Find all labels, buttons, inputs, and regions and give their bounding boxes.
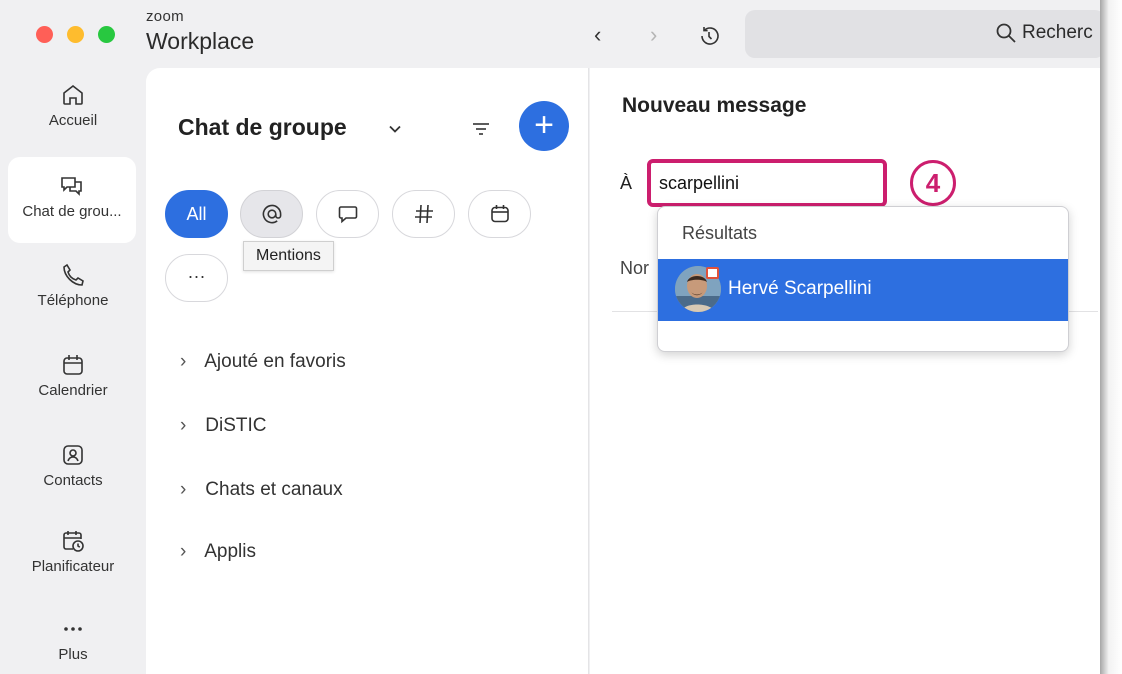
- section-label: DiSTIC: [205, 415, 267, 436]
- sidebar-item-label: Téléphone: [37, 292, 109, 309]
- sidebar-item-calendrier[interactable]: Calendrier: [0, 352, 146, 438]
- contacts-icon: [63, 445, 83, 465]
- brand-logo-small: zoom: [146, 8, 184, 25]
- at-sign-icon: [262, 204, 281, 224]
- search-icon: [996, 23, 1016, 43]
- filter-chats-chip[interactable]: [316, 190, 379, 238]
- close-window-button[interactable]: [36, 26, 53, 43]
- chevron-right-icon: ›: [180, 351, 187, 372]
- speech-bubble-icon: [338, 206, 357, 224]
- window-edge-shadow: [1100, 0, 1122, 674]
- step-number-badge: 4: [910, 160, 956, 206]
- search-label: Recherc: [1022, 22, 1093, 43]
- sidebar-nav: Accueil Chat de grou... Téléphone Calend…: [0, 68, 146, 674]
- recipient-results-dropdown: Résultats Hervé Scarpellini: [657, 206, 1069, 352]
- title-bar: zoom Workplace ‹ › Recherc: [0, 0, 1100, 68]
- result-item[interactable]: Hervé Scarpellini: [658, 259, 1068, 321]
- sidebar-item-label: Accueil: [48, 112, 98, 129]
- recipient-input[interactable]: [647, 159, 887, 207]
- sidebar-item-label: Plus: [58, 646, 88, 663]
- filter-channels-chip[interactable]: [392, 190, 455, 238]
- section-favoris[interactable]: › Ajouté en favoris: [180, 351, 346, 373]
- filter-mentions-chip[interactable]: [240, 190, 303, 238]
- forward-button[interactable]: ›: [650, 22, 657, 48]
- mentions-tooltip: Mentions: [243, 241, 334, 271]
- calendar-icon: [490, 205, 509, 223]
- filter-all-chip[interactable]: All: [165, 190, 228, 238]
- filter-icon[interactable]: [470, 118, 492, 140]
- maximize-window-button[interactable]: [98, 26, 115, 43]
- to-label: À: [620, 173, 633, 193]
- sidebar-item-label: Chat de grou...: [22, 203, 122, 220]
- name-field-label: Nor: [620, 258, 650, 278]
- panel-title[interactable]: Chat de groupe: [178, 114, 347, 141]
- hashtag-icon: [414, 204, 433, 224]
- presence-status-icon: [706, 267, 719, 279]
- filter-meetings-chip[interactable]: [468, 190, 531, 238]
- chevron-right-icon: ›: [180, 479, 187, 500]
- section-label: Ajouté en favoris: [204, 351, 346, 372]
- sidebar-item-accueil[interactable]: Accueil: [0, 82, 146, 168]
- sidebar-item-contacts[interactable]: Contacts: [0, 442, 146, 528]
- sidebar-item-label: Calendrier: [38, 382, 108, 399]
- phone-icon: [63, 263, 84, 286]
- home-icon: [63, 84, 83, 105]
- section-chats-canaux[interactable]: › Chats et canaux: [180, 479, 343, 501]
- chat-list-panel: Chat de groupe + All ··· Mentions › Ajou…: [146, 68, 589, 674]
- new-message-pane: Nouveau message À 4 Nor: [590, 68, 1100, 674]
- filter-more-chip[interactable]: ···: [165, 254, 228, 302]
- scheduler-icon: [63, 531, 84, 552]
- back-button[interactable]: ‹: [594, 22, 601, 48]
- sidebar-item-label: Contacts: [43, 472, 103, 489]
- section-distic[interactable]: › DiSTIC: [180, 415, 267, 437]
- new-message-title: Nouveau message: [622, 94, 807, 117]
- history-icon[interactable]: [697, 24, 721, 48]
- brand-logo-workplace: Workplace: [146, 28, 255, 54]
- more-icon: [64, 627, 82, 631]
- chevron-right-icon: ›: [180, 541, 187, 562]
- result-name: Hervé Scarpellini: [728, 278, 872, 299]
- sidebar-item-planificateur[interactable]: Planificateur: [0, 528, 146, 614]
- minimize-window-button[interactable]: [67, 26, 84, 43]
- zoom-window: zoom Workplace ‹ › Recherc Accueil Chat …: [0, 0, 1100, 674]
- section-label: Chats et canaux: [205, 479, 343, 500]
- calendar-icon: [63, 355, 83, 375]
- sidebar-item-label: Planificateur: [31, 558, 115, 575]
- chevron-down-icon[interactable]: [388, 122, 402, 136]
- sidebar-item-plus[interactable]: Plus: [0, 616, 146, 674]
- sidebar-item-telephone[interactable]: Téléphone: [0, 262, 146, 348]
- section-applis[interactable]: › Applis: [180, 541, 256, 563]
- sidebar-item-chat[interactable]: Chat de grou...: [8, 157, 136, 243]
- chat-icon: [61, 177, 82, 196]
- results-header: Résultats: [682, 223, 758, 243]
- new-chat-button[interactable]: +: [519, 101, 569, 151]
- section-label: Applis: [204, 541, 256, 562]
- chevron-right-icon: ›: [180, 415, 187, 436]
